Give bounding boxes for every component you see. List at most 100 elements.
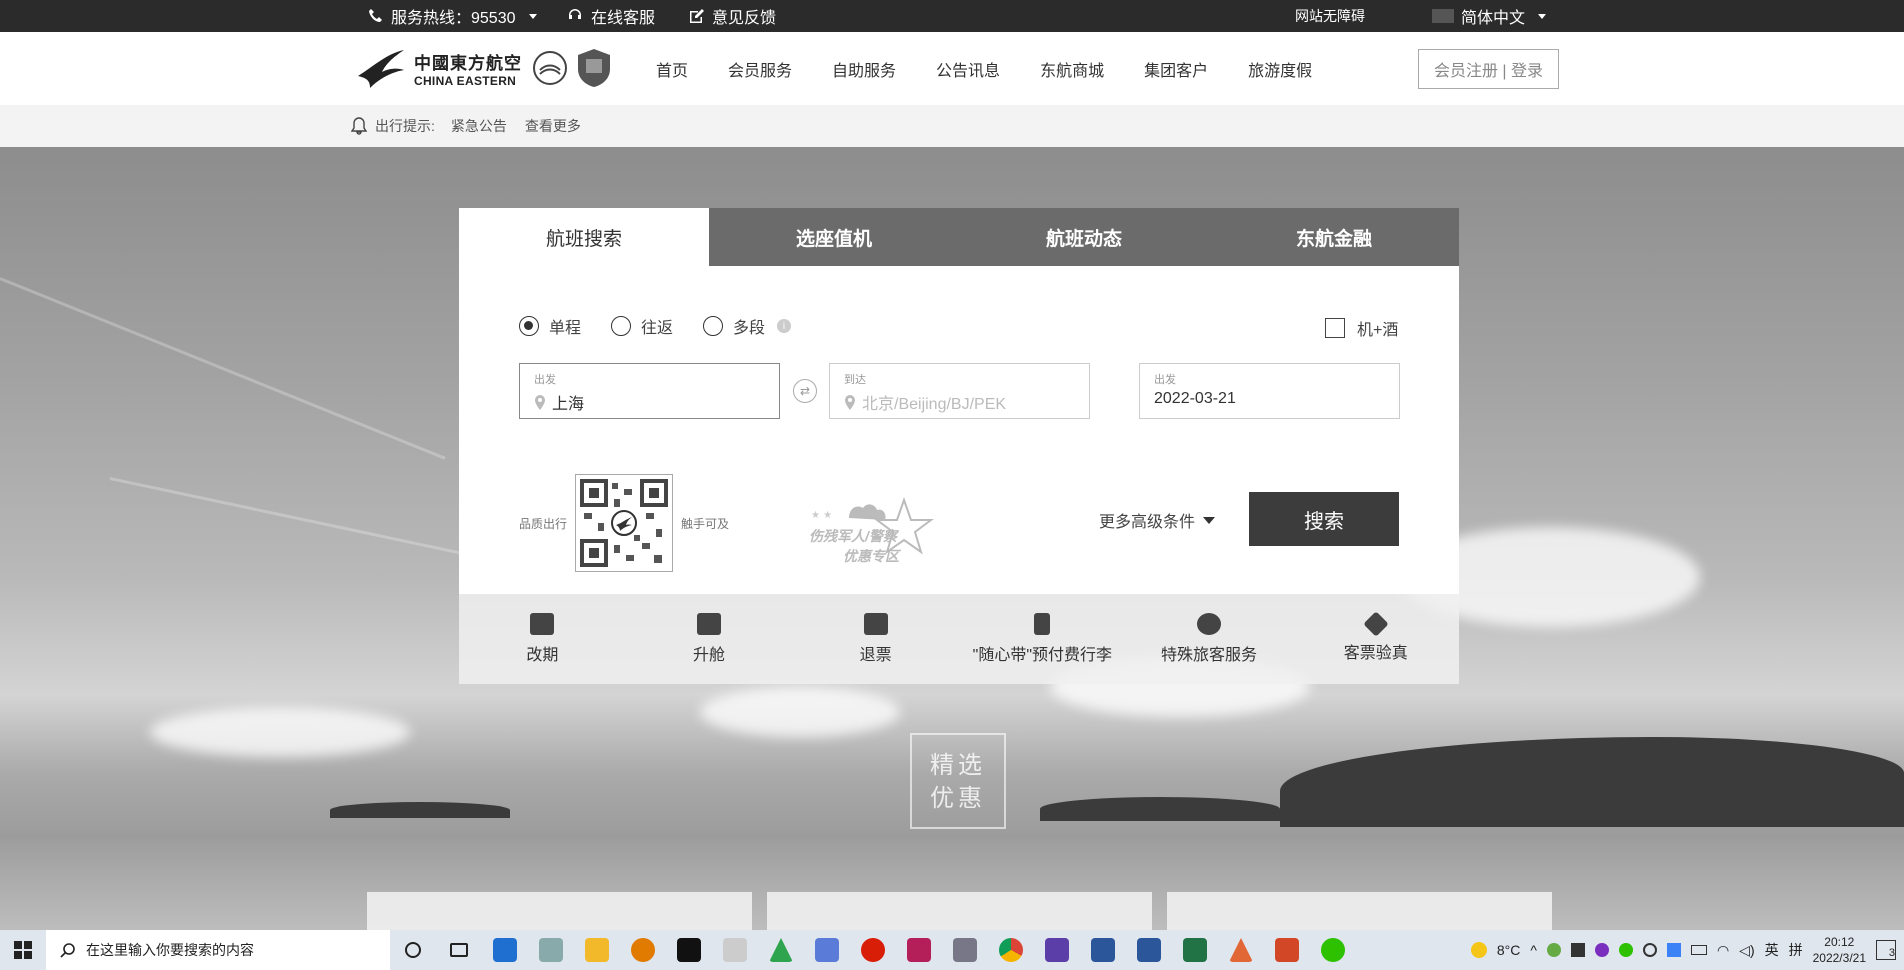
- taskbar-search[interactable]: 在这里输入你要搜索的内容: [46, 930, 390, 970]
- flight-search-panel: 航班搜索 选座值机 航班动态 东航金融 单程 往返 多段 i 机+酒 出发 上海 …: [459, 208, 1459, 594]
- app-icon[interactable]: [942, 930, 988, 970]
- volume-icon[interactable]: ◁): [1739, 942, 1754, 959]
- quick-label: 客票验真: [1343, 645, 1408, 662]
- tray-app-icon[interactable]: [1570, 943, 1585, 957]
- arrival-placeholder: 北京/Beijing/BJ/PEK: [862, 396, 1007, 413]
- tab-seat-checkin[interactable]: 选座值机: [709, 208, 959, 266]
- ime-mode[interactable]: 拼: [1789, 940, 1803, 960]
- qr-code-icon: [575, 474, 674, 572]
- nav-group-clients[interactable]: 集团客户: [1144, 57, 1208, 81]
- military-discount-link[interactable]: ★ ★ 伤残军人/警察 优惠专区: [809, 490, 939, 570]
- weather-temp[interactable]: 8°C: [1497, 942, 1521, 958]
- advanced-options-toggle[interactable]: 更多高级条件: [1099, 508, 1216, 532]
- app-icon[interactable]: [528, 930, 574, 970]
- radio-round-trip[interactable]: 往返: [611, 314, 673, 338]
- login-register-button[interactable]: 会员注册 | 登录: [1418, 49, 1559, 89]
- online-service-link[interactable]: 在线客服: [566, 0, 655, 32]
- file-explorer-icon[interactable]: [574, 930, 620, 970]
- date-label: 出发: [1154, 374, 1176, 386]
- quick-special-passenger[interactable]: 特殊旅客服务: [1126, 594, 1293, 684]
- app-icon[interactable]: [1034, 930, 1080, 970]
- app-icon[interactable]: [712, 930, 758, 970]
- pdf-app-icon[interactable]: [896, 930, 942, 970]
- excel-icon[interactable]: [1172, 930, 1218, 970]
- tab-finance[interactable]: 东航金融: [1209, 208, 1459, 266]
- nav-announcements[interactable]: 公告讯息: [936, 57, 1000, 81]
- show-hidden-icons-icon[interactable]: ^: [1530, 942, 1537, 958]
- edit-icon: [690, 8, 704, 23]
- quick-change-flight[interactable]: 改期: [459, 594, 626, 684]
- search-button[interactable]: 搜索: [1249, 492, 1399, 546]
- flight-hotel-checkbox[interactable]: 机+酒: [1325, 316, 1398, 340]
- nav-travel-vacation[interactable]: 旅游度假: [1248, 57, 1312, 81]
- notification-center-icon[interactable]: 3: [1876, 940, 1896, 960]
- word-icon[interactable]: [1126, 930, 1172, 970]
- quick-label: 退票: [859, 647, 892, 664]
- nav-mall[interactable]: 东航商城: [1040, 57, 1104, 81]
- promo-card[interactable]: [367, 892, 752, 930]
- arrival-field[interactable]: 到达 北京/Beijing/BJ/PEK: [829, 363, 1090, 419]
- quick-upgrade[interactable]: 升舱: [626, 594, 793, 684]
- windows-start-button[interactable]: [0, 930, 46, 970]
- date-field[interactable]: 出发 2022-03-21: [1139, 363, 1400, 419]
- cortana-icon[interactable]: [390, 930, 436, 970]
- tray-app-icon[interactable]: [1546, 943, 1561, 957]
- app-icon[interactable]: [758, 930, 804, 970]
- logo[interactable]: 中國東方航空 CHINA EASTERN: [356, 46, 614, 90]
- swap-cities-icon[interactable]: ⇄: [793, 379, 817, 403]
- quick-ticket-verify[interactable]: 客票验真: [1292, 594, 1459, 684]
- advanced-options-label: 更多高级条件: [1099, 514, 1196, 531]
- language-selector[interactable]: 简体中文: [1432, 0, 1547, 32]
- tray-app-icon[interactable]: [1666, 943, 1681, 957]
- terminal-icon[interactable]: [666, 930, 712, 970]
- accessibility-label: 网站无障碍: [1295, 8, 1365, 24]
- nav-self-service[interactable]: 自助服务: [832, 57, 896, 81]
- military-line1: 伤残军人/警察: [809, 528, 897, 544]
- info-icon[interactable]: i: [777, 319, 792, 333]
- wifi-icon[interactable]: ◠: [1717, 942, 1729, 959]
- notice-more-link[interactable]: 查看更多: [525, 116, 581, 136]
- flag-icon: [1432, 9, 1454, 23]
- clock-tray-icon[interactable]: [1642, 943, 1657, 957]
- matlab-icon[interactable]: [1218, 930, 1264, 970]
- promo-card[interactable]: [767, 892, 1152, 930]
- task-view-icon[interactable]: [436, 930, 482, 970]
- app-icon[interactable]: [1080, 930, 1126, 970]
- wechat-icon[interactable]: [1310, 930, 1356, 970]
- upgrade-seat-icon: [697, 613, 721, 635]
- app-icon[interactable]: [804, 930, 850, 970]
- system-tray: 8°C ^ ◠ ◁) 英 拼 20:12 2022/3/21 3: [1470, 930, 1904, 970]
- radio-one-way[interactable]: 单程: [519, 314, 581, 338]
- checkbox-box[interactable]: [1325, 318, 1345, 338]
- tab-flight-search[interactable]: 航班搜索: [459, 208, 709, 266]
- radio-multi-city[interactable]: 多段 i: [703, 314, 792, 338]
- battery-icon[interactable]: [1690, 945, 1707, 955]
- search-app-icon[interactable]: [620, 930, 666, 970]
- feedback-link[interactable]: 意见反馈: [688, 0, 776, 32]
- store-app-icon[interactable]: [482, 930, 528, 970]
- notice-urgent-link[interactable]: 紧急公告: [451, 116, 507, 136]
- tray-app-icon[interactable]: [1594, 943, 1609, 957]
- taskbar-search-placeholder: 在这里输入你要搜索的内容: [86, 942, 254, 958]
- quick-refund[interactable]: 退票: [792, 594, 959, 684]
- wechat-tray-icon[interactable]: [1618, 943, 1633, 957]
- heart-icon: [1197, 613, 1222, 635]
- nav-home[interactable]: 首页: [656, 57, 688, 81]
- accessibility-link[interactable]: 网站无障碍: [1295, 0, 1365, 32]
- nav-member-service[interactable]: 会员服务: [728, 57, 792, 81]
- chrome-icon[interactable]: [988, 930, 1034, 970]
- netease-music-icon[interactable]: [850, 930, 896, 970]
- quick-prepaid-baggage[interactable]: "随心带"预付费行李: [959, 594, 1126, 684]
- taskbar-clock[interactable]: 20:12 2022/3/21: [1813, 934, 1866, 966]
- departure-field[interactable]: 出发 上海: [519, 363, 780, 419]
- promo-card[interactable]: [1167, 892, 1552, 930]
- featured-deals-badge[interactable]: 精选 优惠: [910, 733, 1006, 829]
- skyteam-icon: [533, 51, 567, 85]
- feedback-label: 意见反馈: [712, 10, 777, 27]
- ime-language[interactable]: 英: [1765, 940, 1779, 960]
- tab-flight-status[interactable]: 航班动态: [959, 208, 1209, 266]
- powerpoint-icon[interactable]: [1264, 930, 1310, 970]
- search-tabs: 航班搜索 选座值机 航班动态 东航金融: [459, 208, 1459, 266]
- hotline[interactable]: 服务热线：95530: [368, 0, 537, 32]
- quick-label: 升舱: [693, 647, 726, 664]
